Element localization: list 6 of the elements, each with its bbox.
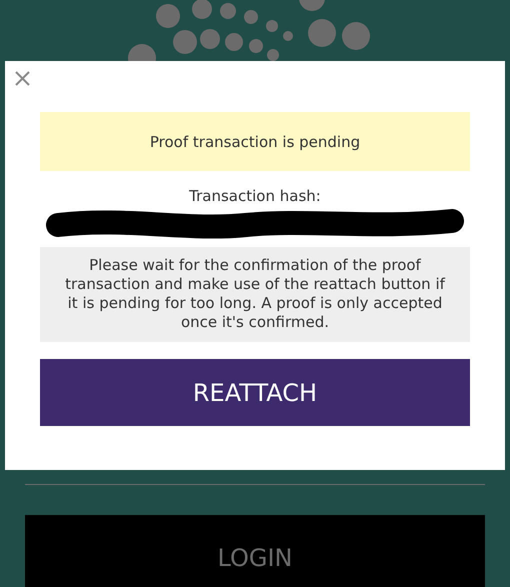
- close-icon[interactable]: [15, 71, 30, 86]
- hash-label: Transaction hash:: [189, 187, 321, 205]
- info-text: Please wait for the confirmation of the proof transaction and make use of the reattach button if it is pending for too long. A proof is only accepted once it's confirmed.: [40, 247, 470, 342]
- reattach-button[interactable]: REATTACH: [40, 359, 470, 426]
- login-button[interactable]: LOGIN: [25, 515, 485, 587]
- status-banner: Proof transaction is pending: [40, 112, 470, 171]
